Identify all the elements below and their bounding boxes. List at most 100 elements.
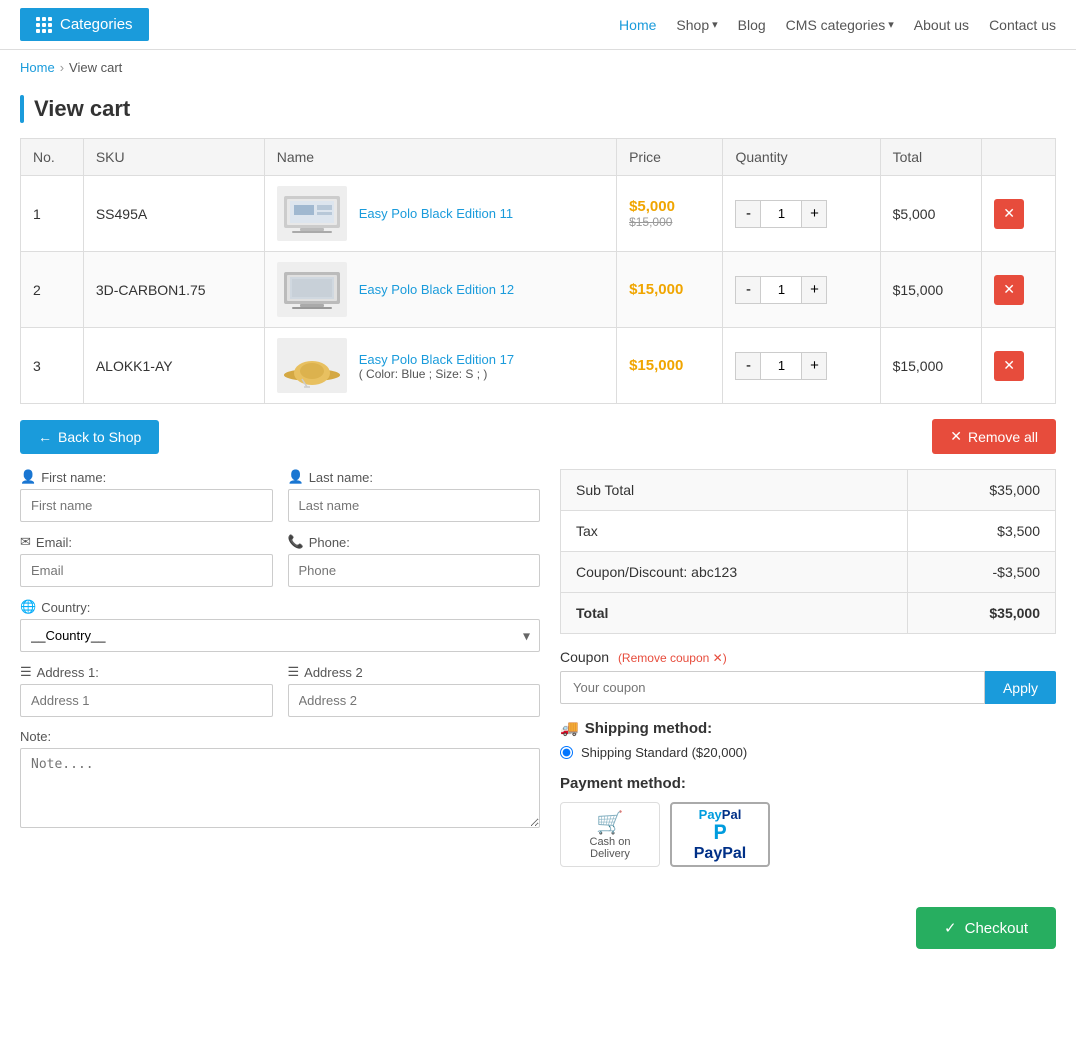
row2-no: 2 [21,252,84,328]
categories-button[interactable]: Categories [20,8,149,41]
cod-label: Cash on Delivery [573,836,647,860]
row3-price: $15,000 [617,328,723,404]
subtotal-row: Sub Total $35,000 [561,470,1056,511]
order-summary: Sub Total $35,000 Tax $3,500 Coupon/Disc… [560,469,1056,867]
col-name: Name [264,139,616,176]
row1-qty-decrease[interactable]: - [735,200,761,228]
row3-total: $15,000 [880,328,982,404]
last-name-input[interactable] [288,489,541,522]
tax-value: $3,500 [908,511,1056,552]
shipping-option: Shipping Standard ($20,000) [560,745,1056,760]
total-value: $35,000 [908,593,1056,634]
payment-paypal[interactable]: PayPal 𝐏 PayPal [670,802,770,867]
row2-qty: - + [723,252,880,328]
row1-qty-increase[interactable]: + [801,200,827,228]
first-name-input[interactable] [20,489,273,522]
row1-qty: - + [723,176,880,252]
row1-name: Easy Polo Black Edition 11 [264,176,616,252]
row2-total: $15,000 [880,252,982,328]
row1-product-image [277,186,347,241]
row2-qty-input[interactable] [761,276,801,304]
country-label: 🌐 Country: [20,599,540,615]
nav-about[interactable]: About us [914,17,969,33]
row3-no: 3 [21,328,84,404]
remove-all-icon: ✕ [950,428,962,445]
row2-remove: ✕ [982,252,1056,328]
address1-input[interactable] [20,684,273,717]
email-icon: ✉ [20,534,31,550]
page-title-section: View cart [0,85,1076,138]
row2-remove-button[interactable]: ✕ [994,275,1024,305]
phone-icon: 📞 [288,534,304,550]
col-action [982,139,1056,176]
payment-cod[interactable]: 🛒 Cash on Delivery [560,802,660,867]
grid-icon [36,17,52,33]
row1-qty-input[interactable] [761,200,801,228]
address2-input[interactable] [288,684,541,717]
truck-icon: 🚚 [560,719,579,737]
address2-label: ☰ Address 2 [288,664,541,680]
row2-qty-increase[interactable]: + [801,276,827,304]
table-row: 2 3D-CARBON1.75 Easy Polo Blac [21,252,1056,328]
main-content: 👤 First name: 👤 Last name: ✉ Email: [0,469,1076,897]
subtotal-value: $35,000 [908,470,1056,511]
row3-product-image [277,338,347,393]
remove-coupon-button[interactable]: (Remove coupon ✕) [618,651,727,665]
row3-remove-button[interactable]: ✕ [994,351,1024,381]
phone-input[interactable] [288,554,541,587]
shipping-section: 🚚 Shipping method: Shipping Standard ($2… [560,719,1056,760]
country-select[interactable]: __Country__ [20,619,540,652]
phone-label: 📞 Phone: [288,534,541,550]
breadcrumb-home[interactable]: Home [20,60,55,75]
row2-sku: 3D-CARBON1.75 [83,252,264,328]
header: Categories Home Shop Blog CMS categories… [0,0,1076,50]
coupon-input[interactable] [560,671,985,704]
row2-product-image [277,262,347,317]
summary-table: Sub Total $35,000 Tax $3,500 Coupon/Disc… [560,469,1056,634]
row1-product-link[interactable]: Easy Polo Black Edition 11 [359,206,513,221]
total-label: Total [561,593,908,634]
row3-qty-input[interactable] [761,352,801,380]
payment-section: Payment method: 🛒 Cash on Delivery PayPa… [560,775,1056,867]
row1-total: $5,000 [880,176,982,252]
cart-table: No. SKU Name Price Quantity Total 1 SS49… [20,138,1056,404]
paypal-content: PayPal 𝐏 PayPal [694,807,746,863]
row3-remove: ✕ [982,328,1056,404]
email-label: ✉ Email: [20,534,273,550]
row3-qty: - + [723,328,880,404]
nav-contact[interactable]: Contact us [989,17,1056,33]
nav-shop[interactable]: Shop [676,17,717,33]
checkout-button[interactable]: ✓ Checkout [916,907,1056,949]
address1-label: ☰ Address 1: [20,664,273,680]
nav-blog[interactable]: Blog [738,17,766,33]
breadcrumb-current: View cart [69,60,122,75]
col-sku: SKU [83,139,264,176]
row3-name: Easy Polo Black Edition 17 ( Color: Blue… [264,328,616,404]
page-title: View cart [34,96,130,122]
row1-sku: SS495A [83,176,264,252]
last-name-label: 👤 Last name: [288,469,541,485]
row3-sku: ALOKK1-AY [83,328,264,404]
row3-qty-increase[interactable]: + [801,352,827,380]
col-qty: Quantity [723,139,880,176]
remove-all-button[interactable]: ✕ Remove all [932,419,1056,454]
subtotal-label: Sub Total [561,470,908,511]
row1-no: 1 [21,176,84,252]
row2-product-link[interactable]: Easy Polo Black Edition 12 [359,282,514,297]
back-to-shop-button[interactable]: ← Back to Shop [20,420,159,454]
note-label: Note: [20,729,540,744]
row1-remove-button[interactable]: ✕ [994,199,1024,229]
breadcrumb: Home › View cart [0,50,1076,85]
shipping-radio[interactable] [560,746,573,759]
apply-coupon-button[interactable]: Apply [985,671,1056,704]
nav-home[interactable]: Home [619,17,656,33]
note-textarea[interactable] [20,748,540,828]
row2-qty-decrease[interactable]: - [735,276,761,304]
check-icon: ✓ [944,919,957,937]
row3-product-link[interactable]: Easy Polo Black Edition 17 [359,352,514,367]
col-no: No. [21,139,84,176]
row3-qty-decrease[interactable]: - [735,352,761,380]
email-input[interactable] [20,554,273,587]
nav-cms[interactable]: CMS categories [786,17,894,33]
tax-label: Tax [561,511,908,552]
